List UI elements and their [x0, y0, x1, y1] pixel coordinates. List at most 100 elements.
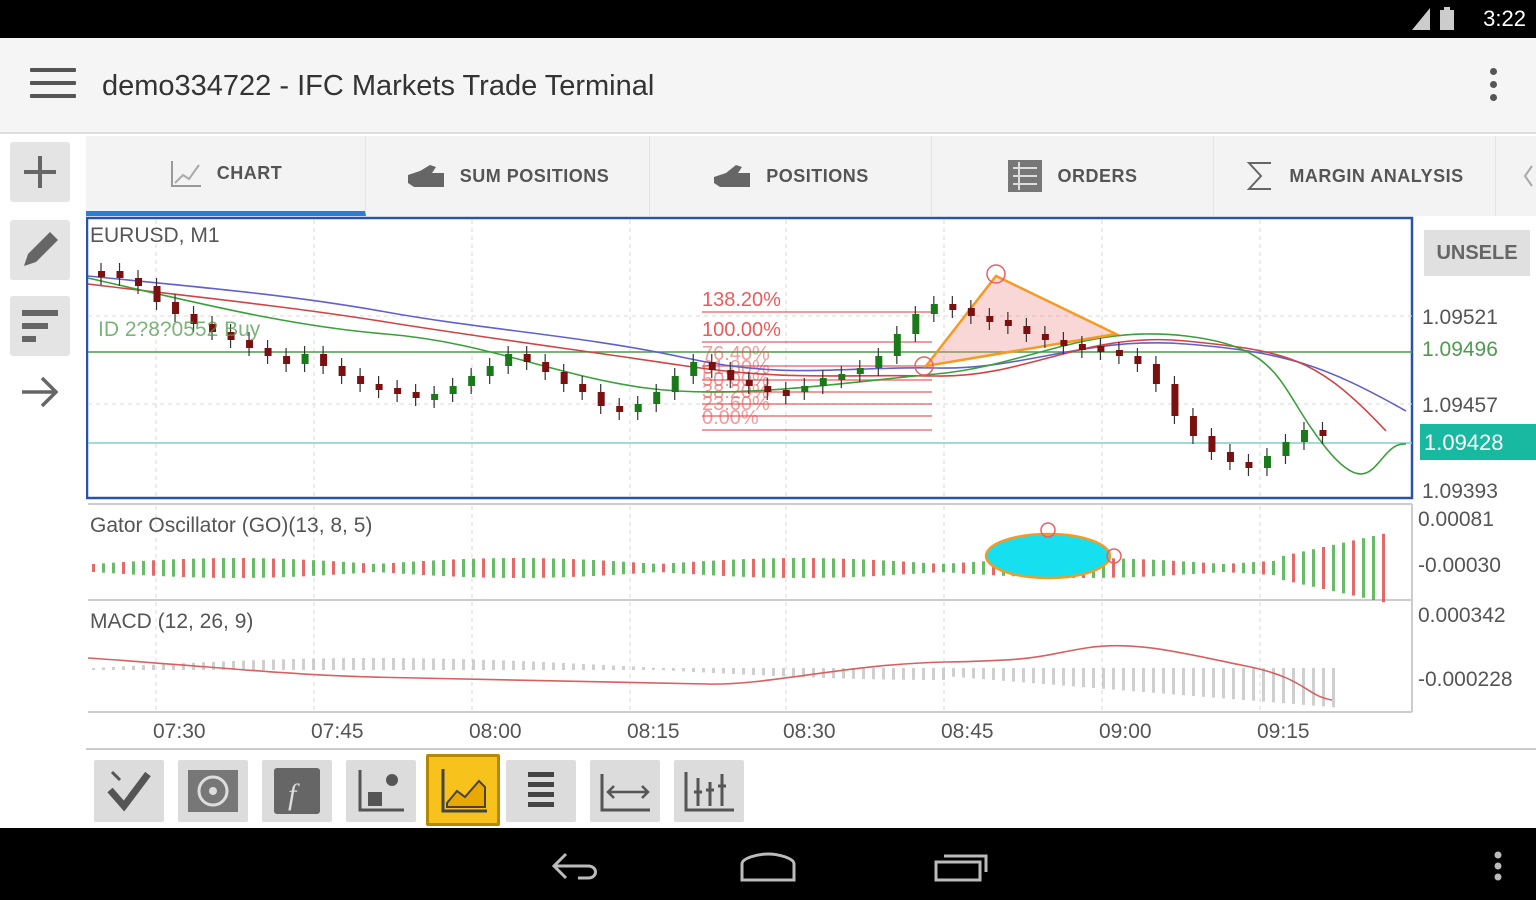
candle-body: [1115, 350, 1123, 356]
nav-overflow-icon[interactable]: [1492, 850, 1504, 884]
macd-bar: [952, 668, 955, 677]
macd-bar: [482, 659, 485, 670]
object-tool-button[interactable]: [346, 760, 416, 822]
back-icon[interactable]: [548, 848, 604, 884]
gator-bar: [612, 561, 615, 575]
gator-bar: [632, 562, 635, 574]
macd-bar: [982, 668, 985, 680]
draw-button[interactable]: [10, 220, 70, 280]
gator-bar: [192, 558, 195, 578]
tab-margin-analysis[interactable]: MARGIN ANALYSIS: [1214, 136, 1496, 216]
macd-bar: [752, 668, 755, 676]
macd-bar: [1012, 668, 1015, 682]
gator-bar: [1222, 563, 1225, 573]
arrow-right-icon[interactable]: [18, 370, 62, 414]
candle-body: [671, 376, 679, 392]
candle-body: [1134, 356, 1142, 364]
candle-body: [634, 404, 642, 412]
list-tool-button[interactable]: [506, 760, 576, 822]
price-tick: 1.09521: [1422, 306, 1498, 329]
price-chart[interactable]: 138.20%100.00%76.40%61.80%50.00%38.20%23…: [85, 216, 1536, 752]
pencil-icon: [24, 232, 58, 266]
gator-bar: [522, 558, 525, 578]
gator-bar: [902, 561, 905, 575]
macd-bar: [152, 664, 155, 670]
candle-body: [1171, 384, 1179, 416]
chart-type-tool-button[interactable]: [426, 754, 500, 826]
macd-bar: [632, 666, 635, 670]
gator-bar: [1292, 553, 1295, 583]
width-icon: [600, 774, 650, 812]
gator-bar: [942, 563, 945, 573]
macd-bar: [1182, 668, 1185, 696]
gator-bar: [502, 558, 505, 578]
macd-bar: [252, 660, 255, 670]
candle-body: [986, 316, 994, 322]
macd-bar: [302, 658, 305, 670]
gator-bar: [1142, 559, 1145, 577]
candle-body: [1226, 452, 1234, 462]
symbol-label: EURUSD, M1: [90, 224, 220, 247]
macd-bar: [1102, 668, 1105, 689]
macd-bar: [492, 660, 495, 670]
tab-orders[interactable]: ORDERS: [932, 136, 1214, 216]
unselect-button[interactable]: UNSELE: [1424, 230, 1530, 276]
gator-bar: [222, 558, 225, 578]
gator-bar: [482, 558, 485, 578]
chevron-left-icon[interactable]: [1522, 164, 1534, 188]
gator-bar: [882, 560, 885, 576]
chart-plus-icon: [358, 770, 404, 812]
indicator-tool-button[interactable]: [178, 760, 248, 822]
candle-body: [1060, 340, 1068, 346]
gator-bar: [552, 558, 555, 578]
macd-bar: [112, 666, 115, 670]
gator-bars: [92, 533, 1385, 603]
tab-sum-positions[interactable]: SUM POSITIONS: [366, 136, 650, 216]
gator-bar: [292, 559, 295, 577]
sort-button[interactable]: [10, 296, 70, 356]
tab-positions[interactable]: POSITIONS: [650, 136, 932, 216]
chart-area[interactable]: 138.20% 100.00% 76.40% 61.80% 50.00% 38.20% 23…: [85, 216, 1536, 752]
candle-body: [875, 356, 883, 368]
gator-bar: [1112, 558, 1115, 578]
scale-tool-button[interactable]: [590, 760, 660, 822]
candle-body: [912, 314, 920, 334]
gator-bar: [472, 558, 475, 578]
candle-body: [394, 388, 402, 394]
macd-bar: [272, 659, 275, 670]
fib-label: 138.20%: [702, 289, 781, 311]
overflow-menu-icon[interactable]: [1490, 68, 1500, 104]
macd-bar: [1082, 668, 1085, 688]
candle-body: [1097, 346, 1105, 352]
candle-body: [172, 302, 180, 314]
gator-bar: [1312, 549, 1315, 587]
candle-body: [1152, 364, 1160, 384]
add-button[interactable]: [10, 142, 70, 202]
candle-body: [856, 368, 864, 374]
gator-bar: [1372, 536, 1375, 600]
time-tick: 08:15: [627, 720, 680, 743]
function-tool-button[interactable]: f: [262, 760, 332, 822]
menu-icon[interactable]: [30, 68, 76, 104]
recents-icon[interactable]: [932, 850, 992, 884]
gator-bar: [822, 558, 825, 578]
candle-body: [727, 370, 735, 380]
candle-body: [98, 271, 105, 277]
macd-bar: [902, 668, 905, 680]
ellipse-drawing[interactable]: [984, 532, 1112, 580]
gator-bar: [1252, 562, 1255, 574]
macd-bar: [592, 664, 595, 670]
gator-bar: [1282, 555, 1285, 581]
tab-chart[interactable]: CHART: [86, 136, 366, 216]
macd-bar: [702, 668, 705, 673]
gator-bar: [652, 563, 655, 573]
home-icon[interactable]: [738, 850, 798, 884]
gator-bar: [622, 561, 625, 575]
app-title: demo334722 - IFC Markets Trade Terminal: [102, 70, 655, 102]
gator-bar: [752, 558, 755, 578]
gator-tick-top: 0.00081: [1418, 508, 1494, 531]
macd-bar: [972, 668, 975, 679]
bars-tool-button[interactable]: [674, 760, 744, 822]
trade-tool-button[interactable]: [94, 760, 164, 822]
macd-bar: [1192, 668, 1195, 696]
